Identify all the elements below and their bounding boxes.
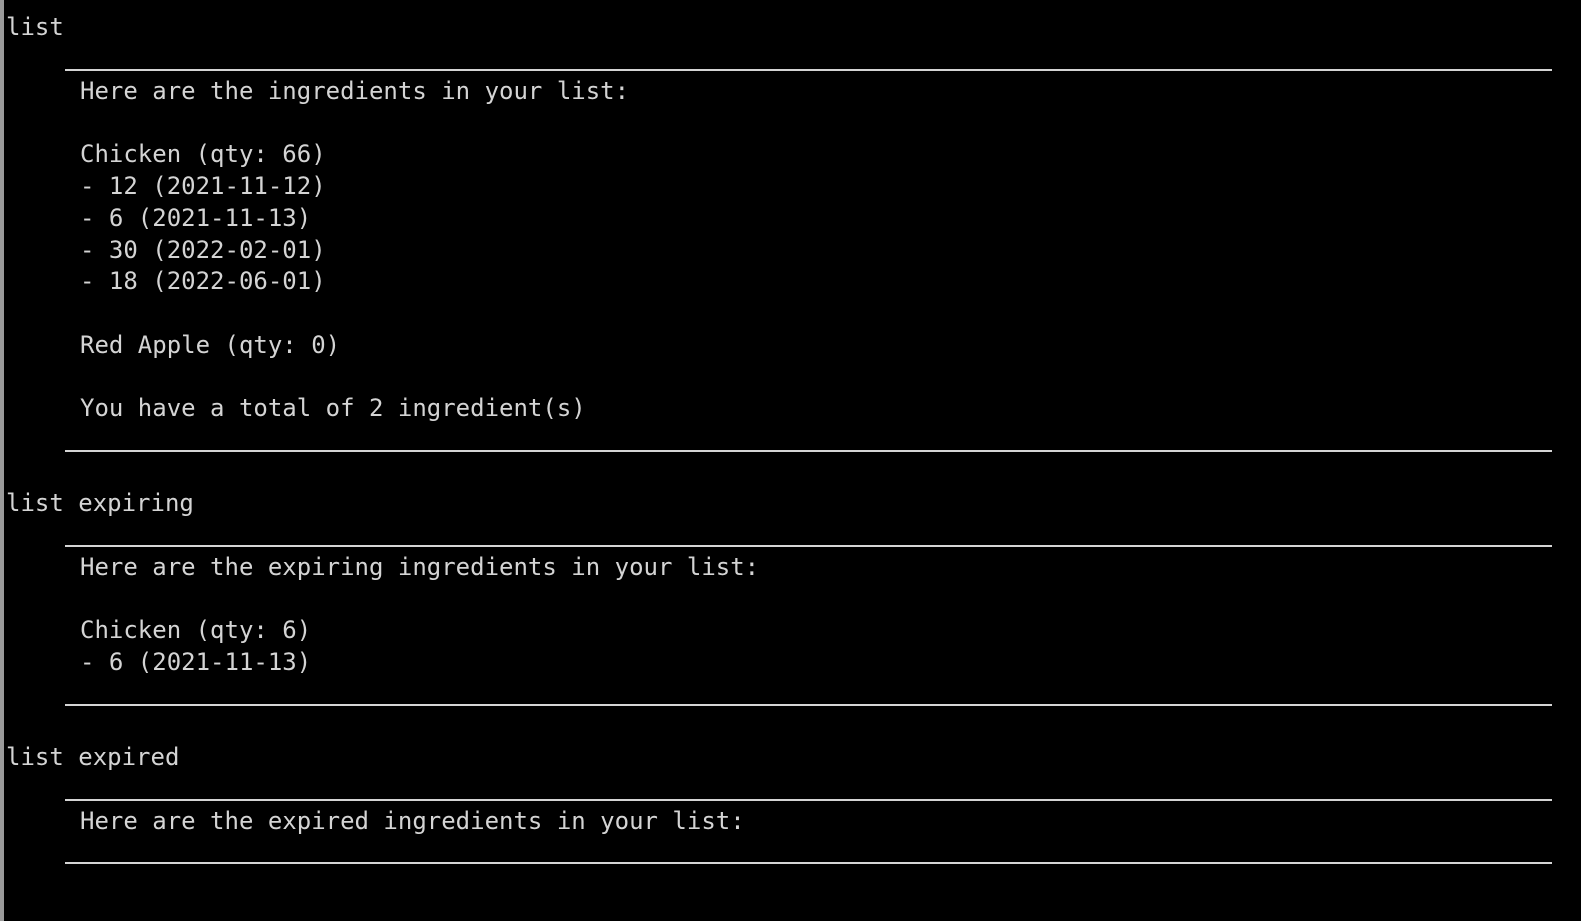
separator-line <box>65 862 1552 864</box>
terminal-window[interactable]: list Here are the ingredients in your li… <box>0 0 1581 921</box>
output-line: Here are the expiring ingredients in you… <box>80 553 760 581</box>
separator-line <box>65 545 1552 547</box>
output-line: Chicken (qty: 66) <box>80 140 326 168</box>
output-line: - 6 (2021-11-13) <box>80 204 312 232</box>
separator-line <box>65 704 1552 706</box>
separator-line <box>65 799 1552 801</box>
output-line: You have a total of 2 ingredient(s) <box>80 394 586 422</box>
output-line: - 18 (2022-06-01) <box>80 267 326 295</box>
output-line: Here are the expired ingredients in your… <box>80 807 745 835</box>
separator-line <box>65 450 1552 452</box>
separator-line <box>65 69 1552 71</box>
window-left-border <box>0 0 4 921</box>
output-line: - 6 (2021-11-13) <box>80 648 312 676</box>
command-line: list <box>6 13 64 41</box>
command-line: list expiring <box>6 489 194 517</box>
output-line: Here are the ingredients in your list: <box>80 77 630 105</box>
command-line: list expired <box>6 743 180 771</box>
output-line: - 12 (2021-11-12) <box>80 172 326 200</box>
output-line: Red Apple (qty: 0) <box>80 331 341 359</box>
output-line: Chicken (qty: 6) <box>80 616 312 644</box>
output-line: - 30 (2022-02-01) <box>80 236 326 264</box>
